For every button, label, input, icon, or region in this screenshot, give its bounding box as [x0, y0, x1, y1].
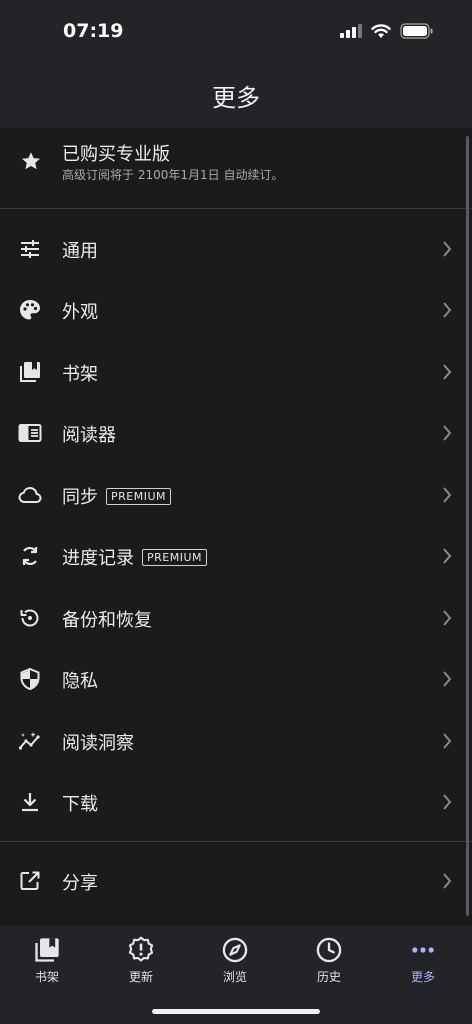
menu-item-progress-tracking[interactable]: 进度记录 PREMIUM	[0, 525, 472, 587]
menu-item-reading-insights[interactable]: 阅读洞察	[0, 710, 472, 772]
alert-badge-icon	[128, 936, 154, 962]
menu-item-share[interactable]: 分享	[0, 850, 472, 912]
more-icon	[412, 947, 434, 953]
star-icon	[22, 152, 40, 170]
insights-icon	[18, 732, 40, 750]
chevron-right-icon	[443, 671, 452, 687]
tab-browse[interactable]: 浏览	[188, 926, 282, 996]
status-bar: 07:19	[0, 0, 472, 62]
system-icons	[340, 23, 434, 39]
cloud-icon	[18, 486, 42, 503]
chevron-right-icon	[443, 794, 452, 810]
bookshelf-icon	[20, 362, 40, 382]
premium-badge: PREMIUM	[106, 487, 172, 505]
tab-label: 更多	[410, 970, 435, 984]
menu-item-bookshelf[interactable]: 书架	[0, 341, 472, 403]
menu-item-label: 同步	[62, 487, 98, 508]
restore-icon	[20, 609, 39, 627]
divider	[0, 841, 472, 842]
menu-item-sync[interactable]: 同步 PREMIUM	[0, 464, 472, 526]
bookshelf-icon	[35, 938, 59, 962]
clock-icon	[316, 937, 342, 963]
menu-item-label: 进度记录	[62, 548, 134, 569]
menu-item-label: 外观	[62, 302, 98, 323]
menu-item-downloads[interactable]: 下载	[0, 771, 472, 833]
menu-item-reader[interactable]: 阅读器	[0, 402, 472, 464]
menu-item-label: 通用	[62, 241, 98, 262]
shield-icon	[20, 667, 40, 691]
chevron-right-icon	[443, 610, 452, 626]
status-time: 07:19	[63, 20, 124, 42]
pro-subtitle: 高级订阅将于 2100年1月1日 自动续订。	[62, 168, 284, 182]
settings-list[interactable]: 已购买专业版 高级订阅将于 2100年1月1日 自动续订。 通用 外观 书架 阅…	[0, 128, 472, 926]
tab-label: 书架	[34, 970, 59, 984]
chevron-right-icon	[443, 302, 452, 318]
tab-history[interactable]: 历史	[282, 926, 376, 996]
page-header: 更多	[0, 62, 472, 128]
chevron-right-icon	[443, 241, 452, 257]
tab-updates[interactable]: 更新	[94, 926, 188, 996]
battery-icon	[400, 23, 433, 39]
menu-item-appearance[interactable]: 外观	[0, 279, 472, 341]
sliders-icon	[21, 240, 39, 258]
menu-item-backup-restore[interactable]: 备份和恢复	[0, 587, 472, 649]
menu-item-label: 备份和恢复	[62, 610, 152, 631]
tab-more[interactable]: 更多	[376, 926, 470, 996]
chevron-right-icon	[443, 487, 452, 503]
tab-bookshelf[interactable]: 书架	[0, 926, 94, 996]
menu-item-general[interactable]: 通用	[0, 218, 472, 280]
compass-icon	[222, 937, 248, 963]
chevron-right-icon	[443, 733, 452, 749]
download-icon	[22, 793, 38, 812]
chevron-right-icon	[443, 425, 452, 441]
menu-item-label: 分享	[62, 873, 98, 894]
reader-icon	[18, 424, 42, 442]
pro-subscription-row[interactable]: 已购买专业版 高级订阅将于 2100年1月1日 自动续订。	[0, 128, 472, 208]
tab-label: 更新	[128, 970, 153, 984]
menu-item-label: 阅读器	[62, 425, 116, 446]
premium-badge: PREMIUM	[142, 548, 208, 566]
share-icon	[20, 871, 40, 890]
tab-label: 浏览	[222, 970, 247, 984]
home-indicator[interactable]	[152, 1009, 320, 1014]
chevron-right-icon	[443, 364, 452, 380]
divider	[0, 208, 472, 209]
chevron-right-icon	[443, 548, 452, 564]
menu-item-label: 隐私	[62, 671, 98, 692]
menu-item-label: 书架	[62, 364, 98, 385]
menu-item-privacy[interactable]: 隐私	[0, 648, 472, 710]
sync-icon	[22, 546, 38, 566]
pro-title: 已购买专业版	[62, 144, 170, 165]
scrollbar[interactable]	[466, 136, 469, 916]
menu-item-label: 下载	[62, 794, 98, 815]
chevron-right-icon	[443, 873, 452, 889]
palette-icon	[20, 300, 40, 320]
page-title: 更多	[212, 83, 260, 112]
wifi-icon	[371, 23, 391, 38]
cellular-signal-icon	[340, 24, 362, 38]
tab-label: 历史	[316, 970, 341, 984]
menu-item-label: 阅读洞察	[62, 733, 134, 754]
